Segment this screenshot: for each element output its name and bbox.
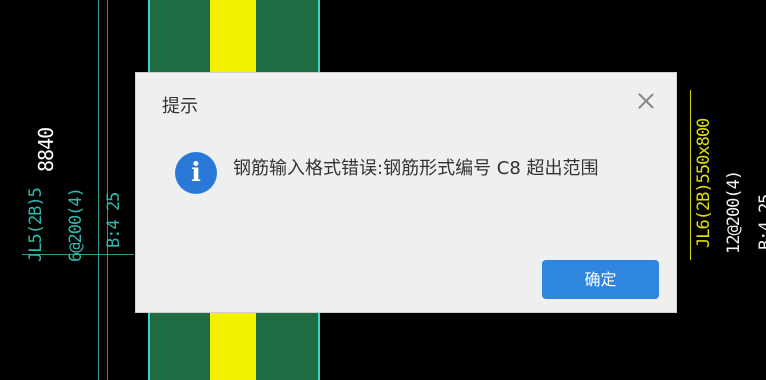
rebar-label-left: B:4 25	[104, 192, 124, 248]
grid-line	[98, 0, 99, 380]
rebar-label-right: B:4 25	[756, 194, 766, 250]
beam-label-right: JL6(2B)550x800	[694, 118, 714, 248]
dimension-label: 8840	[34, 127, 58, 172]
close-icon[interactable]	[634, 89, 658, 113]
grid-line	[690, 90, 691, 260]
dialog-message: 钢筋输入格式错误:钢筋形式编号 C8 超出范围	[233, 158, 599, 179]
dialog-title: 提示	[162, 96, 198, 117]
ok-button[interactable]: 确定	[542, 260, 659, 299]
message-dialog: 提示 i 钢筋输入格式错误:钢筋形式编号 C8 超出范围 确定	[135, 72, 677, 313]
info-icon: i	[175, 152, 217, 194]
beam-label-left: JL5(2B)5	[26, 188, 46, 262]
stirrup-label-right: 12@200(4)	[724, 170, 744, 254]
grid-line	[107, 0, 108, 380]
stirrup-label-left: 6@200(4)	[66, 188, 86, 262]
